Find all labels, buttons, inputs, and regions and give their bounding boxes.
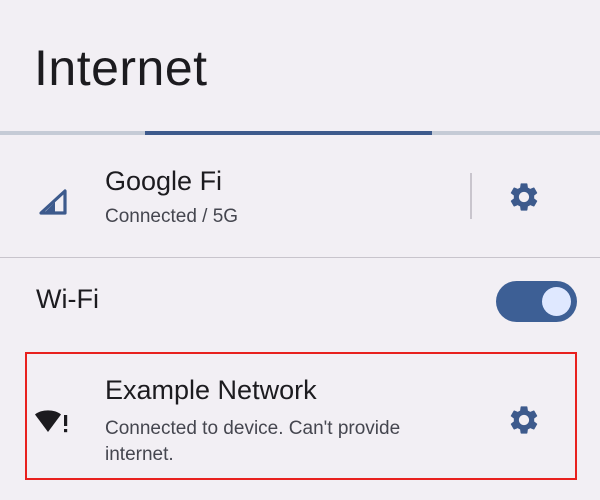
wifi-label: Wi-Fi [36, 284, 99, 314]
mobile-network-name: Google Fi [105, 166, 223, 196]
cellular-signal-icon [39, 189, 67, 215]
mobile-network-status: Connected / 5G [105, 206, 239, 227]
highlight-box [25, 352, 577, 480]
gear-icon[interactable] [507, 180, 541, 214]
divider [0, 257, 600, 258]
toggle-knob [542, 287, 571, 316]
vertical-separator [470, 173, 472, 219]
page-title: Internet [34, 40, 208, 96]
wifi-toggle[interactable] [496, 281, 577, 322]
progress-indicator [145, 131, 432, 135]
